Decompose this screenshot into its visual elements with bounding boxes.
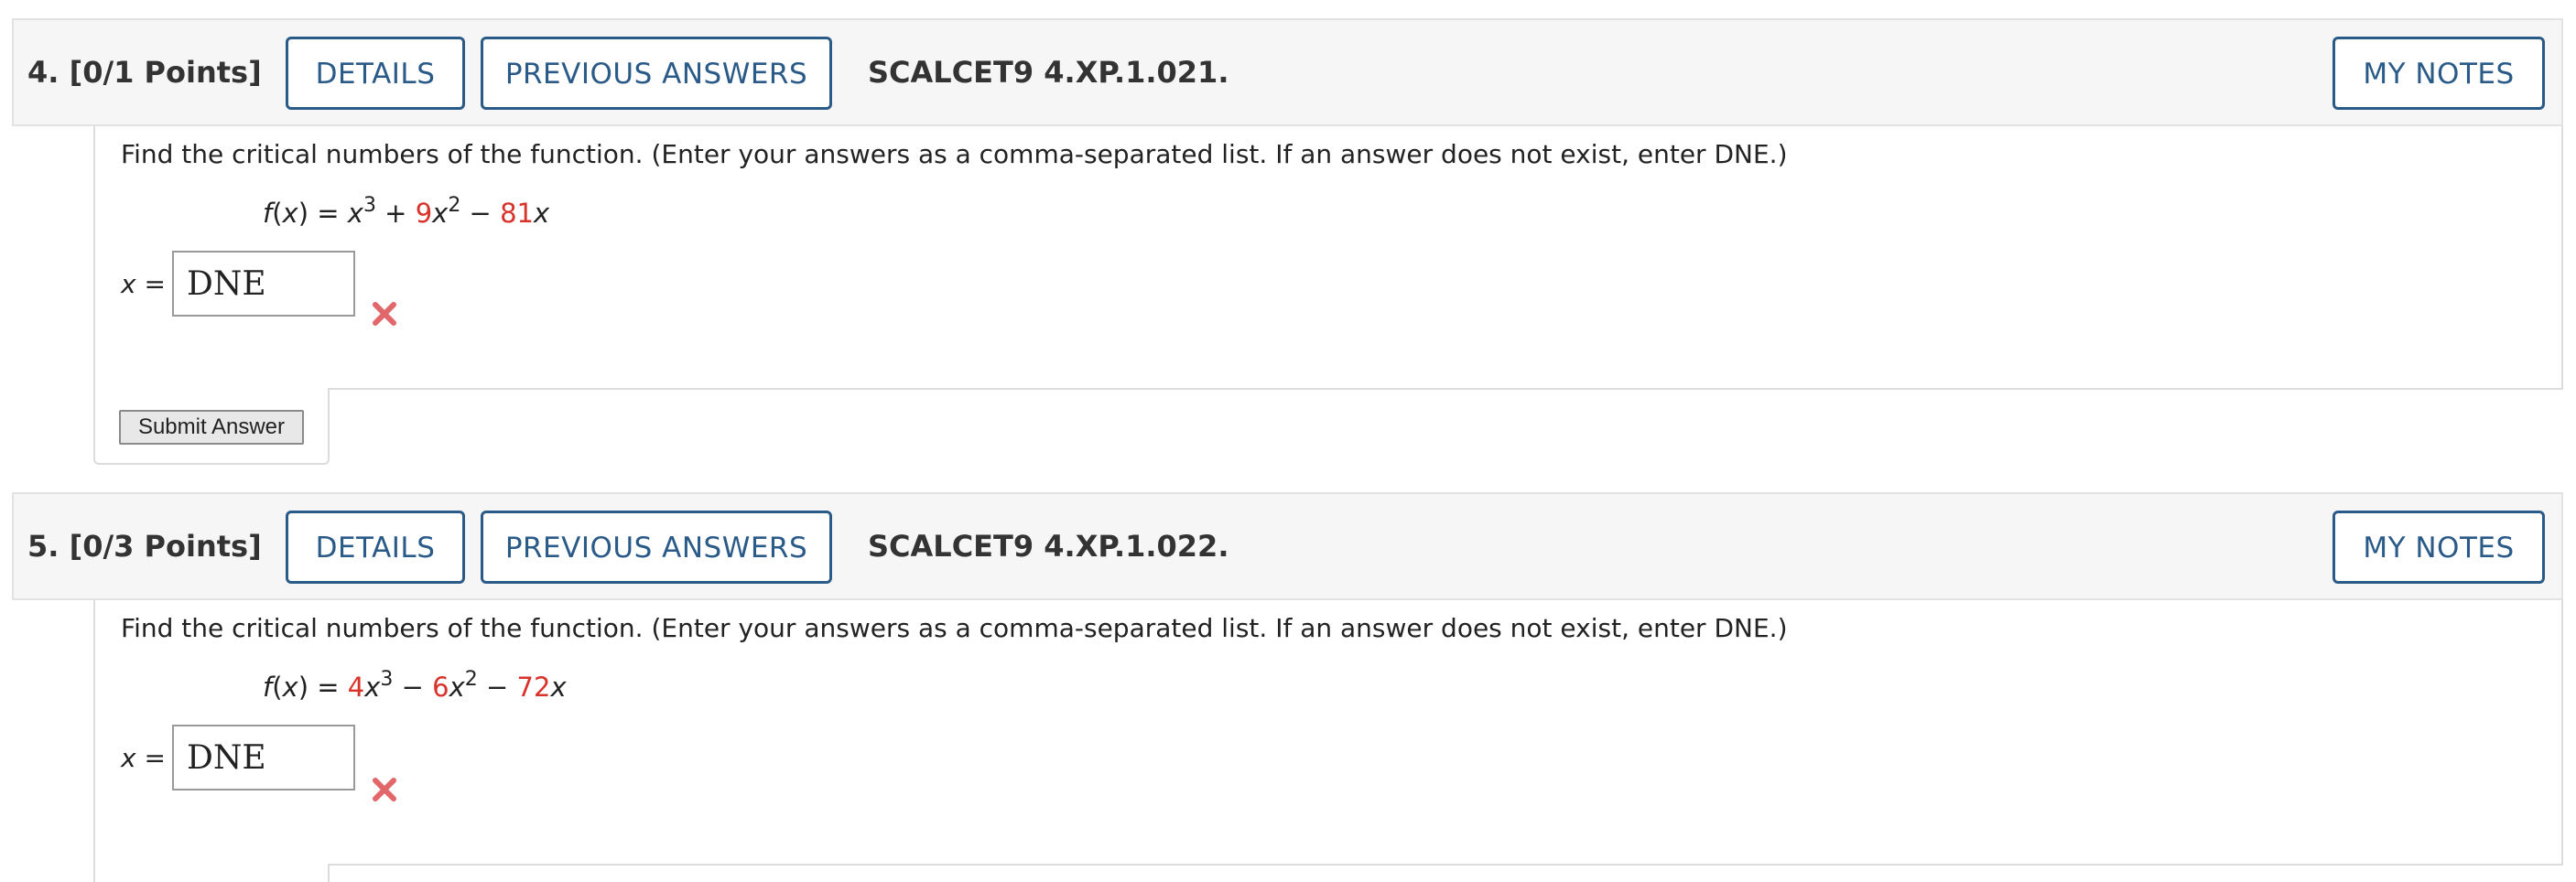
my-notes-button[interactable]: MY NOTES xyxy=(2332,511,2545,584)
x-mark-icon xyxy=(373,302,396,326)
variable-2: x xyxy=(432,198,449,229)
answer-input[interactable] xyxy=(172,251,355,317)
answer-label: x = xyxy=(121,743,166,773)
submit-tab-join xyxy=(95,386,328,390)
coefficient-2: 9 xyxy=(415,198,433,229)
variable-1: x xyxy=(364,672,381,703)
question-points-label: [0/3 Points] xyxy=(69,529,262,564)
details-button[interactable]: DETAILS xyxy=(286,37,465,110)
exponent-2: 2 xyxy=(464,668,478,691)
answer-input[interactable] xyxy=(172,725,355,791)
details-button[interactable]: DETAILS xyxy=(286,511,465,584)
coefficient-1: 4 xyxy=(347,672,365,703)
operator-1: + xyxy=(375,198,416,229)
submit-tab-join xyxy=(95,862,328,866)
question-code: SCALCET9 4.XP.1.021. xyxy=(868,55,1229,90)
question-4-number: 4. [0/1 Points] xyxy=(27,19,262,125)
previous-answers-button[interactable]: PREVIOUS ANSWERS xyxy=(481,37,832,110)
exponent-2: 2 xyxy=(448,194,461,217)
exponent-1: 3 xyxy=(380,668,394,691)
x-mark-icon xyxy=(373,778,396,801)
operator-1: − xyxy=(393,672,433,703)
question-number-label: 4. xyxy=(27,55,60,90)
question-code: SCALCET9 4.XP.1.022. xyxy=(868,529,1229,564)
my-notes-button[interactable]: MY NOTES xyxy=(2332,37,2545,110)
question-prompt: Find the critical numbers of the functio… xyxy=(121,613,1788,643)
question-5-number: 5. [0/3 Points] xyxy=(27,493,262,599)
function-expression: f(x) = 4x3 − 6x2 − 72x xyxy=(263,670,567,704)
operator-2: − xyxy=(477,672,517,703)
submit-tab xyxy=(93,864,330,882)
function-lhs: f(x) = xyxy=(263,198,348,229)
previous-answers-button[interactable]: PREVIOUS ANSWERS xyxy=(481,511,832,584)
variable-2: x xyxy=(449,672,465,703)
question-points-label: [0/1 Points] xyxy=(69,55,262,90)
submit-answer-button[interactable]: Submit Answer xyxy=(119,410,304,445)
exponent-1: 3 xyxy=(363,194,376,217)
function-expression: f(x) = x3 + 9x2 − 81x xyxy=(263,196,550,230)
question-prompt: Find the critical numbers of the functio… xyxy=(121,139,1788,169)
variable-3: x xyxy=(533,198,550,229)
variable-3: x xyxy=(550,672,567,703)
variable-1: x xyxy=(347,198,363,229)
coefficient-2: 6 xyxy=(432,672,449,703)
question-number-label: 5. xyxy=(27,529,60,564)
coefficient-3: 81 xyxy=(500,198,534,229)
function-lhs: f(x) = xyxy=(263,672,348,703)
operator-2: − xyxy=(460,198,501,229)
answer-label: x = xyxy=(121,269,166,299)
coefficient-3: 72 xyxy=(516,672,551,703)
